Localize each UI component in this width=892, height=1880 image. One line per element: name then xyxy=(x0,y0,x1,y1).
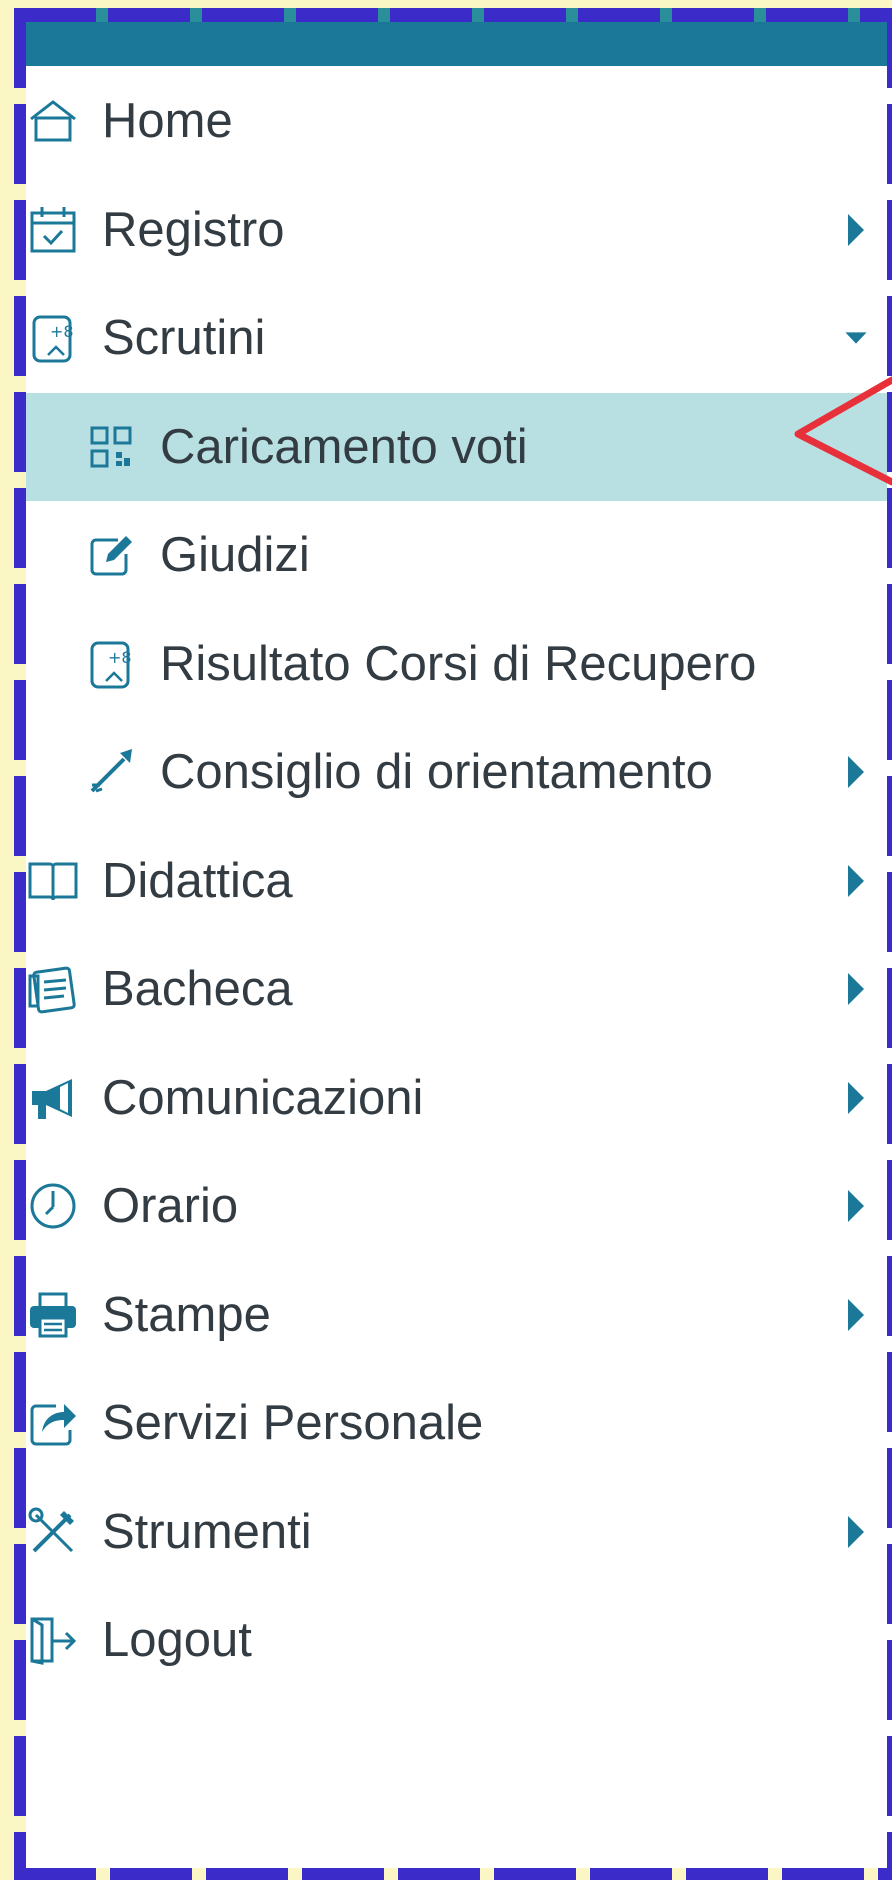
menu-item-label: Strumenti xyxy=(102,1504,312,1559)
menu-item-label: Giudizi xyxy=(160,528,310,583)
grades-file-icon: +8 xyxy=(26,311,80,365)
printer-icon xyxy=(26,1288,80,1342)
share-icon xyxy=(26,1396,80,1450)
svg-text:+8: +8 xyxy=(108,648,132,667)
dashed-border-top xyxy=(14,8,892,22)
dashed-border-right xyxy=(887,8,892,1878)
arrow-icon xyxy=(84,745,138,799)
menu-item-label: Comunicazioni xyxy=(102,1070,424,1125)
menu-item-logout[interactable]: Logout xyxy=(26,1586,892,1695)
menu-item-risultato-corsi-di-recupero[interactable]: +8 Risultato Corsi di Recupero xyxy=(26,610,892,719)
menu-item-label: Didattica xyxy=(102,853,293,908)
menu-item-comunicazioni[interactable]: Comunicazioni xyxy=(26,1044,892,1153)
menu-item-caricamento-voti[interactable]: Caricamento voti xyxy=(26,392,892,501)
red-arrow-annotation xyxy=(794,376,892,486)
qr-grid-icon xyxy=(84,420,138,474)
tools-icon xyxy=(26,1505,80,1559)
dashed-border-bottom xyxy=(14,1868,892,1880)
menu-item-label: Registro xyxy=(102,202,285,257)
menu-item-label: Orario xyxy=(102,1179,239,1234)
notice-board-icon xyxy=(26,962,80,1016)
calendar-check-icon xyxy=(26,203,80,257)
logout-icon xyxy=(26,1613,80,1667)
menu-item-label: Caricamento voti xyxy=(160,419,528,474)
menu-item-label: Scrutini xyxy=(102,311,266,366)
menu-item-label: Consiglio di orientamento xyxy=(160,745,713,800)
book-icon xyxy=(26,854,80,908)
menu-item-registro[interactable]: Registro xyxy=(26,176,892,285)
clock-icon xyxy=(26,1179,80,1233)
menu-item-label: Home xyxy=(102,94,233,149)
svg-text:+8: +8 xyxy=(50,322,74,341)
home-icon xyxy=(26,94,80,148)
menu-item-home[interactable]: Home xyxy=(26,67,892,176)
menu-item-giudizi[interactable]: Giudizi xyxy=(26,501,892,610)
menu-item-consiglio-di-orientamento[interactable]: Consiglio di orientamento xyxy=(26,718,892,827)
menu-item-orario[interactable]: Orario xyxy=(26,1152,892,1261)
menu-item-didattica[interactable]: Didattica xyxy=(26,827,892,936)
menu-item-label: Bacheca xyxy=(102,962,293,1017)
dashed-border-left xyxy=(14,8,26,1878)
menu-item-label: Logout xyxy=(102,1613,252,1668)
menu-header-bar xyxy=(26,22,892,66)
caret-right-icon[interactable] xyxy=(844,1297,868,1333)
caret-right-icon[interactable] xyxy=(844,754,868,790)
navigation-menu: Home Registro +8 Scrutini Caricamento voti Gi… xyxy=(26,67,892,1695)
caret-right-icon[interactable] xyxy=(844,971,868,1007)
menu-item-label: Servizi Personale xyxy=(102,1396,484,1451)
menu-item-label: Stampe xyxy=(102,1287,271,1342)
caret-right-icon[interactable] xyxy=(844,1188,868,1224)
caret-right-icon[interactable] xyxy=(844,863,868,899)
grades-file-icon: +8 xyxy=(84,637,138,691)
menu-item-strumenti[interactable]: Strumenti xyxy=(26,1478,892,1587)
caret-right-icon[interactable] xyxy=(844,1080,868,1116)
caret-down-icon[interactable] xyxy=(844,320,868,356)
menu-item-label: Risultato Corsi di Recupero xyxy=(160,636,757,691)
menu-item-stampe[interactable]: Stampe xyxy=(26,1261,892,1370)
menu-item-scrutini[interactable]: +8 Scrutini xyxy=(26,284,892,393)
menu-item-bacheca[interactable]: Bacheca xyxy=(26,935,892,1044)
menu-item-servizi-personale[interactable]: Servizi Personale xyxy=(26,1369,892,1478)
megaphone-icon xyxy=(26,1071,80,1125)
edit-pencil-icon xyxy=(84,528,138,582)
caret-right-icon[interactable] xyxy=(844,212,868,248)
caret-right-icon[interactable] xyxy=(844,1514,868,1550)
